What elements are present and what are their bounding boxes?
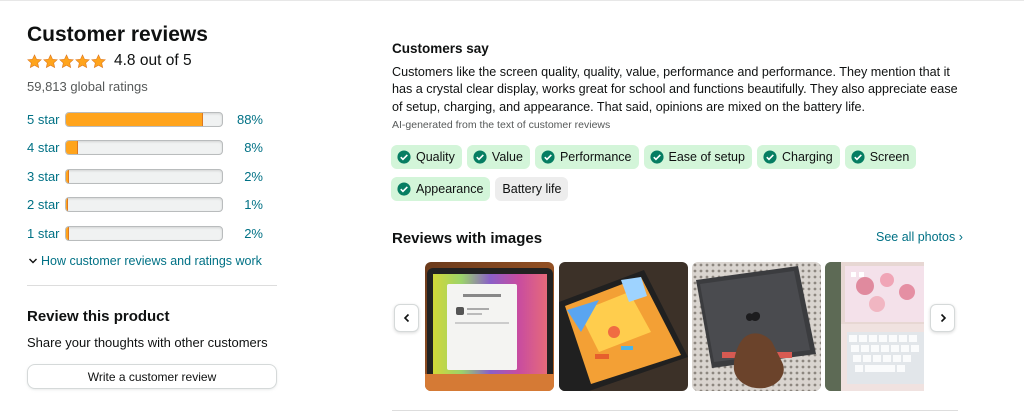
top-divider [0, 0, 1024, 1]
histogram-fill [66, 226, 70, 240]
review-product-title: Review this product [27, 308, 170, 325]
aspect-chip-screen[interactable]: Screen [844, 145, 917, 169]
rating-histogram: 5 star 88% 4 star 8% 3 star 2% 2 star 1%… [27, 105, 279, 248]
check-circle-icon [397, 182, 411, 196]
aspect-label: Screen [869, 150, 910, 164]
histogram-bar[interactable] [65, 197, 223, 213]
star-icon [43, 53, 58, 68]
histogram-label[interactable]: 1 star [27, 226, 65, 241]
histogram-percent[interactable]: 2% [223, 226, 263, 241]
aspect-label: Performance [559, 150, 632, 164]
histogram-row-3-star[interactable]: 3 star 2% [27, 162, 279, 191]
chevron-right-icon [940, 313, 946, 323]
tablet-keyboard-case-photo [825, 262, 924, 391]
see-all-photos-link[interactable]: See all photos › [876, 230, 963, 244]
aspect-label: Quality [416, 150, 455, 164]
review-product-subtitle: Share your thoughts with other customers [27, 335, 268, 350]
customers-say-title: Customers say [392, 41, 489, 56]
review-photo-2[interactable] [559, 262, 688, 391]
check-circle-icon [541, 150, 555, 164]
star-icon [91, 53, 106, 68]
histogram-bar[interactable] [65, 168, 223, 184]
customers-say-summary: Customers like the screen quality, quali… [392, 65, 958, 114]
histogram-label[interactable]: 3 star [27, 169, 65, 184]
aspect-chip-charging[interactable]: Charging [756, 145, 840, 169]
global-ratings-count: 59,813 global ratings [27, 79, 148, 94]
check-circle-icon [397, 150, 411, 164]
histogram-bar[interactable] [65, 225, 223, 241]
how-reviews-work-link[interactable]: How customer reviews and ratings work [28, 254, 279, 268]
histogram-row-4-star[interactable]: 4 star 8% [27, 134, 279, 163]
star-icon [27, 53, 42, 68]
reviews-with-images-title: Reviews with images [392, 230, 543, 247]
aspect-chip-ease-of-setup[interactable]: Ease of setup [643, 145, 752, 169]
aspect-chip-appearance[interactable]: Appearance [391, 177, 491, 201]
histogram-percent[interactable]: 88% [223, 112, 263, 127]
rating-text: 4.8 out of 5 [114, 52, 192, 69]
review-photo-3[interactable] [692, 262, 821, 391]
right-divider [392, 410, 958, 411]
tablet-game-screen-photo [559, 262, 688, 391]
check-circle-icon [473, 150, 487, 164]
aspect-chip-battery-life[interactable]: Battery life [495, 177, 569, 201]
histogram-percent[interactable]: 8% [223, 140, 263, 155]
ratings-summary: Customer reviews 4.8 out of 5 59,813 glo… [27, 22, 279, 268]
write-review-button[interactable]: Write a customer review [27, 364, 277, 389]
aspect-label: Battery life [502, 182, 562, 196]
histogram-fill [66, 141, 79, 155]
aspect-chip-quality[interactable]: Quality [391, 145, 462, 169]
star-icon [59, 53, 74, 68]
left-divider [27, 285, 277, 286]
histogram-fill [66, 169, 70, 183]
chevron-left-icon [403, 313, 409, 323]
tablet-software-update-photo [425, 262, 554, 391]
ai-generated-note: AI-generated from the text of customer r… [392, 119, 611, 131]
review-photo-1[interactable] [425, 262, 554, 391]
histogram-row-5-star[interactable]: 5 star 88% [27, 105, 279, 134]
aspect-label: Ease of setup [668, 150, 745, 164]
histogram-label[interactable]: 2 star [27, 197, 65, 212]
histogram-fill [66, 112, 204, 126]
chevron-down-icon [29, 258, 37, 263]
how-reviews-work-label[interactable]: How customer reviews and ratings work [41, 254, 262, 268]
aspect-label: Appearance [416, 182, 484, 196]
check-circle-icon [649, 150, 664, 164]
histogram-row-2-star[interactable]: 2 star 1% [27, 191, 279, 220]
histogram-row-1-star[interactable]: 1 star 2% [27, 219, 279, 248]
histogram-percent[interactable]: 1% [223, 197, 263, 212]
section-title: Customer reviews [27, 23, 208, 46]
star-rating [27, 53, 106, 69]
aspect-chip-performance[interactable]: Performance [534, 145, 639, 169]
star-icon [75, 53, 90, 68]
carousel-next-button[interactable] [930, 304, 955, 332]
histogram-percent[interactable]: 2% [223, 169, 263, 184]
check-circle-icon [851, 150, 865, 164]
histogram-fill [66, 198, 68, 212]
histogram-label[interactable]: 4 star [27, 140, 65, 155]
average-rating[interactable]: 4.8 out of 5 [27, 49, 279, 73]
tablet-back-hand-photo [692, 262, 821, 391]
aspect-chip-value[interactable]: Value [466, 145, 530, 169]
aspect-chips: Quality Value Performance Ease of setup … [391, 145, 961, 201]
histogram-bar[interactable] [65, 140, 223, 156]
carousel-prev-button[interactable] [394, 304, 419, 332]
aspect-label: Value [491, 150, 523, 164]
histogram-label[interactable]: 5 star [27, 112, 65, 127]
check-circle-icon [763, 150, 777, 164]
histogram-bar[interactable] [65, 111, 223, 127]
aspect-label: Charging [781, 150, 833, 164]
review-photo-4[interactable] [825, 262, 924, 391]
